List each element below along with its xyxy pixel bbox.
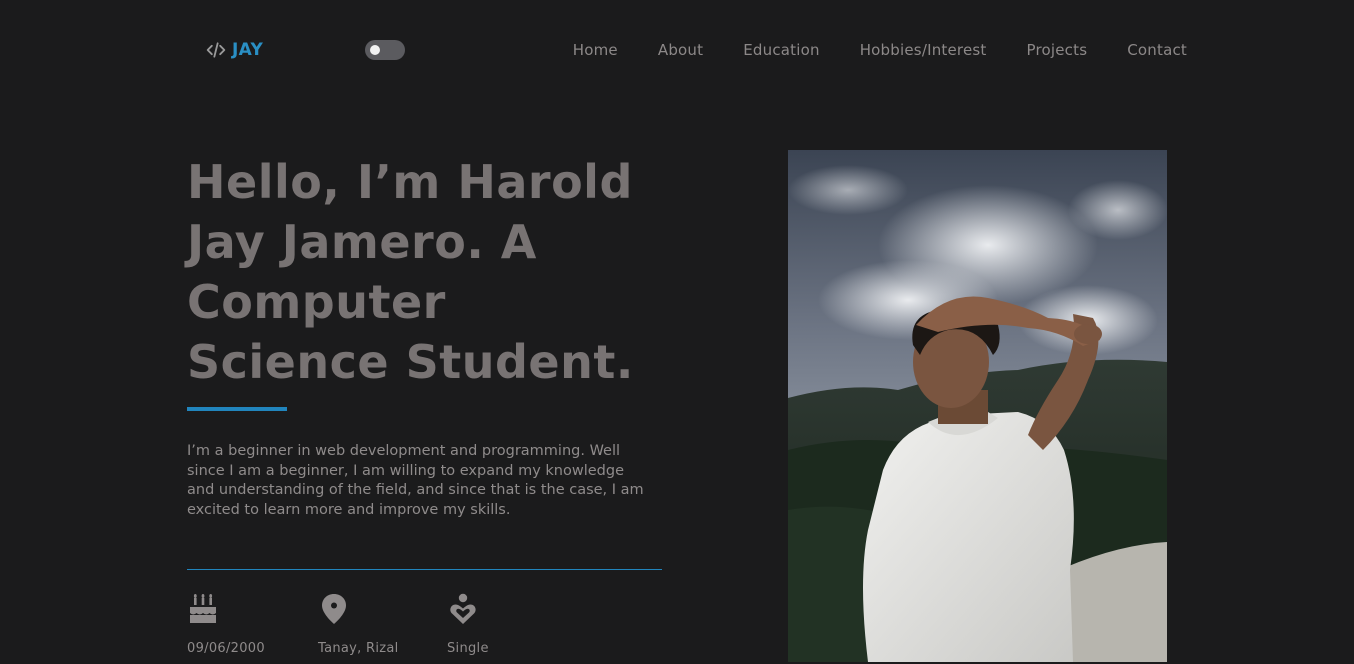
nav-link-hobbies[interactable]: Hobbies/Interest xyxy=(860,39,987,61)
brand-name: JAY xyxy=(232,40,264,60)
heart-person-icon xyxy=(450,593,476,624)
code-icon xyxy=(206,42,226,58)
status-text: Single xyxy=(447,641,489,656)
nav-link-education[interactable]: Education xyxy=(743,39,819,61)
location-pin-icon xyxy=(322,594,346,624)
info-status: Single xyxy=(447,592,489,656)
theme-toggle[interactable] xyxy=(365,40,405,60)
location-text: Tanay, Rizal xyxy=(318,641,399,656)
accent-bar xyxy=(187,407,287,411)
intro-paragraph: I’m a beginner in web development and pr… xyxy=(187,443,644,518)
profile-photo xyxy=(788,150,1167,662)
nav-link-about[interactable]: About xyxy=(658,39,703,61)
info-location: Tanay, Rizal xyxy=(318,592,399,656)
hero-title: Hello, I’m Harold Jay Jamero. A Computer… xyxy=(187,155,634,389)
toggle-knob xyxy=(370,45,380,55)
nav-menu: Home About Education Hobbies/Interest Pr… xyxy=(573,39,1187,61)
info-birthday: 09/06/2000 xyxy=(187,592,265,656)
birthday-text: 09/06/2000 xyxy=(187,641,265,656)
nav-link-home[interactable]: Home xyxy=(573,39,618,61)
navbar: JAY Home About Education Hobbies/Interes… xyxy=(0,0,1354,100)
brand-logo-link[interactable]: JAY xyxy=(206,38,263,62)
section-divider xyxy=(187,569,662,570)
nav-link-projects[interactable]: Projects xyxy=(1026,39,1087,61)
nav-link-contact[interactable]: Contact xyxy=(1127,39,1187,61)
birthday-cake-icon xyxy=(190,594,216,623)
